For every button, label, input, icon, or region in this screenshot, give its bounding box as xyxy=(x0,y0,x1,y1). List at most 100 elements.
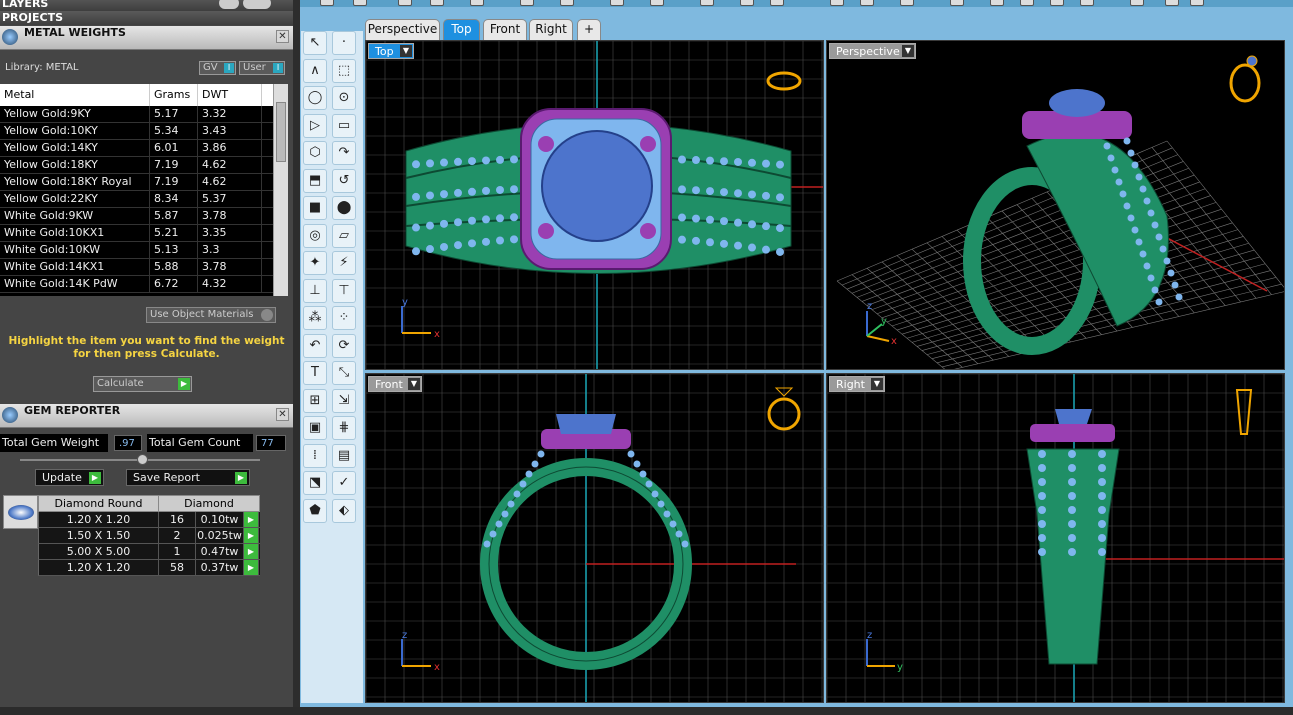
select-gem-arrow-icon[interactable]: ▶ xyxy=(244,528,259,543)
shade-icon[interactable] xyxy=(830,0,844,6)
save-file-icon[interactable] xyxy=(398,0,412,6)
gem-tool-icon[interactable]: ✦ xyxy=(303,251,327,275)
curve-tool-icon[interactable]: ⬚ xyxy=(332,58,356,83)
wire-icon[interactable] xyxy=(900,0,914,6)
orient-tool-icon[interactable]: ⟳ xyxy=(332,333,356,358)
col-metal[interactable]: Metal xyxy=(0,84,150,106)
select-gem-arrow-icon[interactable]: ▶ xyxy=(244,512,259,527)
point-tool-icon[interactable]: · xyxy=(332,31,356,55)
tab-right[interactable]: Right xyxy=(529,19,573,40)
close-gem-reporter-button[interactable]: ✕ xyxy=(276,408,289,421)
material-icon[interactable] xyxy=(1050,0,1064,6)
check-tool-icon[interactable]: ✓ xyxy=(332,471,356,495)
metal-row[interactable]: Yellow Gold:18KY Royal 7.19 4.62 xyxy=(0,174,288,191)
polygon-tool-icon[interactable]: ⬡ xyxy=(303,141,327,165)
metal-row[interactable]: White Gold:14K PdW 6.72 4.32 xyxy=(0,276,288,293)
eye-icon[interactable] xyxy=(243,0,271,9)
gv-toggle[interactable]: GV I xyxy=(199,61,236,75)
metal-row[interactable]: Yellow Gold:18KY 7.19 4.62 xyxy=(0,157,288,174)
display-toggle-icon[interactable] xyxy=(219,0,239,9)
select-gem-arrow-icon[interactable]: ▶ xyxy=(244,560,259,575)
solid-tool-icon[interactable]: ▣ xyxy=(303,416,327,440)
right-view-canvas[interactable]: z y xyxy=(827,374,1285,703)
top-view-canvas[interactable]: y x xyxy=(366,41,824,370)
projects-panel-header[interactable]: PROJECTS xyxy=(0,11,293,25)
gem-view-icon[interactable] xyxy=(950,0,964,6)
layers-panel-header[interactable]: LAYERS xyxy=(0,0,293,11)
layer-tool-icon[interactable]: ▤ xyxy=(332,443,356,468)
redo-icon[interactable] xyxy=(650,0,664,6)
cylinder-tool-icon[interactable]: ◎ xyxy=(303,223,327,248)
new-file-icon[interactable] xyxy=(320,0,334,6)
material-tool-icon[interactable]: ⬔ xyxy=(303,471,327,495)
options-icon[interactable] xyxy=(1130,0,1144,6)
viewport-right[interactable]: Right ▼ z y xyxy=(826,373,1285,703)
copy-icon[interactable] xyxy=(520,0,534,6)
layer-icon[interactable] xyxy=(990,0,1004,6)
metal-row[interactable]: White Gold:10KW 5.13 3.3 xyxy=(0,242,288,259)
plane-tool-icon[interactable]: ▱ xyxy=(332,223,356,248)
pattern-tool-icon[interactable]: ⁘ xyxy=(332,306,356,330)
fillet-tool-icon[interactable]: ↷ xyxy=(332,141,356,165)
viewport-perspective-title[interactable]: Perspective ▼ xyxy=(829,43,916,59)
undo-icon[interactable] xyxy=(610,0,624,6)
metal-row[interactable]: Yellow Gold:22KY 8.34 5.37 xyxy=(0,191,288,208)
viewport-right-title[interactable]: Right ▼ xyxy=(829,376,885,392)
col-grams[interactable]: Grams xyxy=(150,84,198,106)
user-toggle[interactable]: User I xyxy=(239,61,285,75)
select-gem-arrow-icon[interactable]: ▶ xyxy=(244,544,259,559)
viewport-front-title[interactable]: Front ▼ xyxy=(368,376,422,392)
rectangle-tool-icon[interactable]: ▭ xyxy=(332,113,356,138)
transform-tool-icon[interactable]: ⇲ xyxy=(332,388,356,413)
settings-icon[interactable] xyxy=(1165,0,1179,6)
split-tool-icon[interactable]: ⊥ xyxy=(303,278,327,303)
rotate-view-icon[interactable] xyxy=(770,0,784,6)
metal-row[interactable]: Yellow Gold:10KY 5.34 3.43 xyxy=(0,123,288,140)
close-metal-weights-button[interactable]: ✕ xyxy=(276,30,289,43)
gem-row[interactable]: 1.20 X 1.20 58 0.37tw ▶ xyxy=(38,560,260,576)
front-view-canvas[interactable]: z x xyxy=(366,374,824,703)
scrollbar-thumb[interactable] xyxy=(276,102,286,162)
render-icon[interactable] xyxy=(860,0,874,6)
cut-icon[interactable] xyxy=(470,0,484,6)
pipe-tool-icon[interactable]: ⋕ xyxy=(332,416,356,440)
pan-icon[interactable] xyxy=(700,0,714,6)
polyline-tool-icon[interactable]: ∧ xyxy=(303,58,327,83)
arc-tool-icon[interactable]: ▷ xyxy=(303,113,327,138)
slider-knob[interactable] xyxy=(137,454,148,465)
perspective-view-canvas[interactable]: z y x xyxy=(827,41,1285,370)
zoom-icon[interactable] xyxy=(740,0,754,6)
viewport-front[interactable]: Front ▼ z x xyxy=(365,373,824,703)
calculate-button[interactable]: Calculate ▶ xyxy=(93,376,192,392)
tab-perspective[interactable]: Perspective xyxy=(365,19,440,40)
paste-icon[interactable] xyxy=(560,0,574,6)
gem-slider[interactable] xyxy=(20,454,260,465)
scale-tool-icon[interactable]: ⤡ xyxy=(332,361,356,385)
save-report-button[interactable]: Save Report ▶ xyxy=(126,469,250,486)
metal-row[interactable]: White Gold:9KW 5.87 3.78 xyxy=(0,208,288,225)
array-tool-icon[interactable]: ⁂ xyxy=(303,306,327,330)
ellipse-tool-icon[interactable]: ⊙ xyxy=(332,86,356,110)
light-icon[interactable] xyxy=(1020,0,1034,6)
print-icon[interactable] xyxy=(430,0,444,6)
viewport-top-title[interactable]: Top ▼ xyxy=(368,43,414,59)
render-tool-icon[interactable]: ⬟ xyxy=(303,498,327,523)
diamond-round-thumbnail[interactable] xyxy=(3,495,38,529)
update-button[interactable]: Update ▶ xyxy=(35,469,104,486)
cam-icon[interactable] xyxy=(1080,0,1094,6)
text-tool-icon[interactable]: T xyxy=(303,361,327,385)
grid-tool-icon[interactable]: ⊞ xyxy=(303,388,327,413)
viewport-perspective[interactable]: Perspective ▼ z y x xyxy=(826,40,1285,370)
gem-row[interactable]: 1.20 X 1.20 16 0.10tw ▶ xyxy=(38,512,260,528)
join-tool-icon[interactable]: ⊤ xyxy=(332,278,356,303)
metal-row[interactable]: White Gold:14KX1 5.88 3.78 xyxy=(0,259,288,276)
metal-row[interactable]: White Gold:10KX1 5.21 3.35 xyxy=(0,225,288,242)
circle-tool-icon[interactable]: ◯ xyxy=(303,86,327,110)
metal-table-scrollbar[interactable] xyxy=(273,84,288,296)
tab-front[interactable]: Front xyxy=(483,19,527,40)
revolve-tool-icon[interactable]: ↺ xyxy=(332,168,356,193)
col-dwt[interactable]: DWT xyxy=(198,84,262,106)
surface-tool-icon[interactable]: ⬒ xyxy=(303,168,327,193)
metal-row[interactable]: Yellow Gold:9KY 5.17 3.32 xyxy=(0,106,288,123)
explode-tool-icon[interactable]: ⚡ xyxy=(332,251,356,275)
